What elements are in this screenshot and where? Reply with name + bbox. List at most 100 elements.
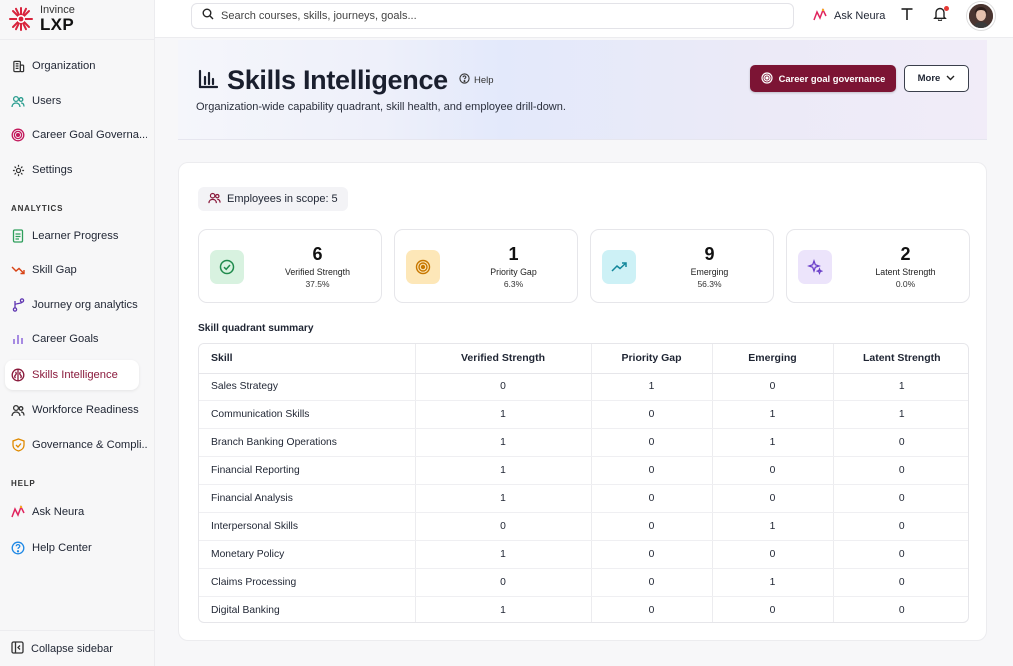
help-circle-icon <box>459 73 470 87</box>
page-header: Skills Intelligence Help Organization-wi… <box>178 40 987 140</box>
git-branch-icon <box>11 298 25 312</box>
column-header[interactable]: Emerging <box>712 344 834 374</box>
stat-percent: 37.5% <box>305 279 330 289</box>
skill-name: Interpersonal Skills <box>199 512 416 541</box>
sidebar-item-workforce-readiness[interactable]: Workforce Readiness <box>5 395 147 425</box>
sidebar-item-skill-gap[interactable]: Skill Gap <box>5 255 147 285</box>
cell-emerging: 1 <box>712 400 834 430</box>
sidebar-item-label: Users <box>32 95 62 107</box>
trending-up-icon <box>602 250 636 284</box>
avatar-image <box>969 4 993 28</box>
sidebar-item-governance-compliance[interactable]: Governance & Compli... <box>5 430 147 460</box>
logo-icon <box>9 7 33 31</box>
stat-label: Verified Strength <box>284 267 351 277</box>
table-header-row: Skill Verified Strength Priority Gap Eme… <box>199 344 968 374</box>
notification-dot <box>944 6 949 11</box>
skill-name: Sales Strategy <box>199 373 416 402</box>
analytics-heading: ANALYTICS <box>11 204 64 213</box>
stat-card-latent-strength[interactable]: 2 Latent Strength 0.0% <box>786 229 970 303</box>
skill-name: Financial Analysis <box>199 484 416 513</box>
table-row[interactable]: Monetary Policy 1 0 0 0 <box>199 540 968 569</box>
help-link[interactable]: Help <box>459 73 494 87</box>
shield-icon <box>11 438 25 452</box>
brand-logo[interactable]: Invince LXP <box>8 2 75 36</box>
table-row[interactable]: Financial Reporting 1 0 0 0 <box>199 456 968 486</box>
scope-label: Employees in scope: 5 <box>227 193 338 205</box>
cell-emerging: 1 <box>712 568 834 597</box>
career-goal-governance-button[interactable]: Career goal governance <box>750 65 896 92</box>
skill-name: Digital Banking <box>199 596 416 622</box>
table-row[interactable]: Claims Processing 0 0 1 0 <box>199 568 968 597</box>
collapse-label: Collapse sidebar <box>31 642 113 655</box>
sidebar-item-settings[interactable]: Settings <box>5 155 147 185</box>
sidebar-item-skills-intelligence[interactable]: Skills Intelligence <box>5 360 139 390</box>
more-button[interactable]: More <box>904 65 969 92</box>
sidebar-item-users[interactable]: Users <box>5 86 147 116</box>
cell-verified: 1 <box>415 540 592 569</box>
help-circle-icon <box>11 541 25 555</box>
avatar[interactable] <box>967 2 995 30</box>
bar-chart-icon <box>198 69 218 89</box>
ask-neura-button[interactable]: Ask Neura <box>813 7 885 25</box>
collapse-sidebar-button[interactable]: Collapse sidebar <box>0 630 155 666</box>
chevron-down-icon <box>946 73 955 84</box>
stat-card-verified-strength[interactable]: 6 Verified Strength 37.5% <box>198 229 382 303</box>
sidebar-item-label: Help Center <box>32 542 92 554</box>
stat-card-emerging[interactable]: 9 Emerging 56.3% <box>590 229 774 303</box>
bar-chart-icon <box>11 332 25 346</box>
table-row[interactable]: Sales Strategy 0 1 0 1 <box>199 373 968 402</box>
search-input[interactable] <box>221 10 781 22</box>
search-icon <box>202 7 214 25</box>
cell-latent: 0 <box>833 568 968 597</box>
table-row[interactable]: Financial Analysis 1 0 0 0 <box>199 484 968 513</box>
sidebar-item-ask-neura[interactable]: Ask Neura <box>5 497 147 527</box>
skill-name: Monetary Policy <box>199 540 416 569</box>
text-size-button[interactable] <box>897 6 917 26</box>
column-header[interactable]: Latent Strength <box>833 344 968 374</box>
stat-card-priority-gap[interactable]: 1 Priority Gap 6.3% <box>394 229 578 303</box>
sidebar-item-career-goals[interactable]: Career Goals <box>5 324 147 354</box>
cell-latent: 1 <box>833 373 968 402</box>
ask-neura-label: Ask Neura <box>834 10 886 22</box>
sidebar-item-label: Career Goal Governa... <box>32 129 147 141</box>
column-header[interactable]: Priority Gap <box>591 344 713 374</box>
sidebar-item-learner-progress[interactable]: Learner Progress <box>5 221 147 251</box>
stat-label: Priority Gap <box>490 267 537 277</box>
notifications-button[interactable] <box>930 6 950 26</box>
gear-icon <box>11 163 25 177</box>
users-icon <box>208 192 221 207</box>
cell-emerging: 1 <box>712 512 834 541</box>
cell-latent: 0 <box>898 604 905 616</box>
cell-priority-gap: 0 <box>591 484 713 513</box>
column-header[interactable]: Skill <box>199 344 416 374</box>
cell-verified: 1 <box>415 456 592 486</box>
sidebar-item-label: Workforce Readiness <box>32 404 139 416</box>
cell-verified: 0 <box>415 568 592 597</box>
table-row[interactable]: Communication Skills 1 0 1 1 <box>199 400 968 430</box>
neura-icon <box>813 7 828 25</box>
sidebar-item-help-center[interactable]: Help Center <box>5 533 147 563</box>
cell-latent: 0 <box>833 456 968 486</box>
sidebar-item-journey-org-analytics[interactable]: Journey org analytics <box>5 290 147 320</box>
cell-verified: 1 <box>415 428 592 458</box>
table-row[interactable]: Digital Banking 1 0 0 0 <box>199 596 968 622</box>
sidebar-divider <box>0 39 155 40</box>
sidebar-item-career-goal-governance[interactable]: Career Goal Governa... <box>5 120 147 150</box>
skills-intelligence-card: Employees in scope: 5 6 Verified Strengt… <box>178 162 987 641</box>
cell-verified: 1 <box>415 484 592 513</box>
sidebar-item-organization[interactable]: Organization <box>5 51 147 81</box>
career-goal-governance-label: Career goal governance <box>778 73 886 84</box>
table-row[interactable]: Interpersonal Skills 0 0 1 0 <box>199 512 968 541</box>
search-box[interactable] <box>191 3 794 29</box>
target-icon <box>760 71 773 86</box>
check-circle-icon <box>210 250 244 284</box>
cell-priority-gap: 0 <box>591 428 713 458</box>
target-icon <box>11 128 25 142</box>
stat-value: 1 <box>508 244 519 264</box>
sidebar-item-label: Skills Intelligence <box>32 369 118 381</box>
help-label: Help <box>474 74 494 86</box>
skill-name: Claims Processing <box>199 568 416 597</box>
table-row[interactable]: Branch Banking Operations 1 0 1 0 <box>199 428 968 458</box>
column-header[interactable]: Verified Strength <box>415 344 592 374</box>
text-icon <box>900 7 914 26</box>
